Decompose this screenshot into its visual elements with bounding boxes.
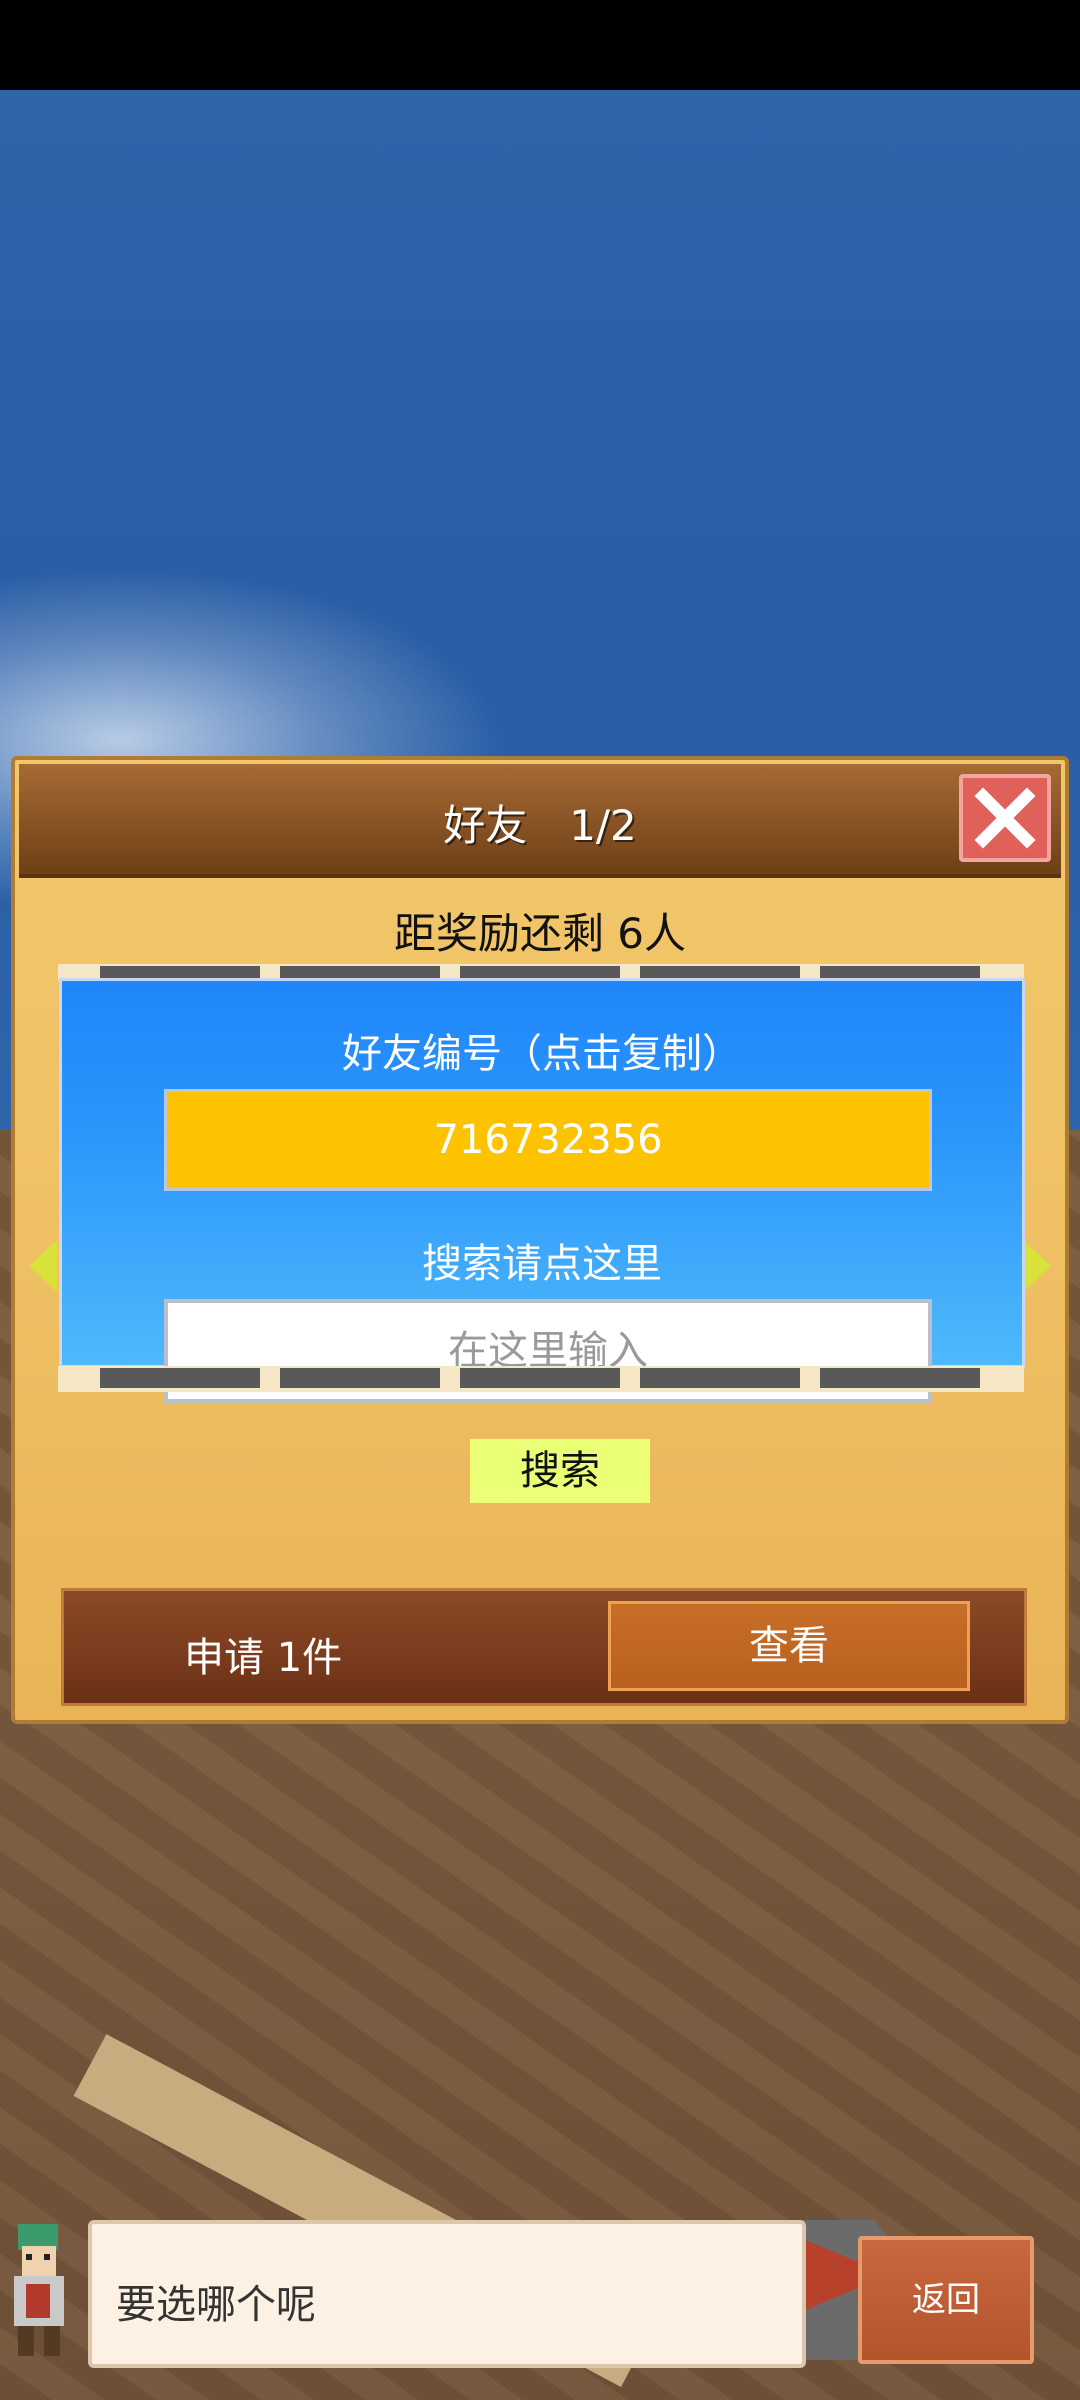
right-arrow-icon[interactable] — [1023, 1240, 1051, 1292]
back-button[interactable]: 返回 — [858, 2236, 1034, 2364]
dialog-header: 好友 1/2 — [19, 764, 1061, 878]
reward-progress-text: 距奖励还剩 6人 — [393, 909, 687, 958]
avatar — [14, 2224, 64, 2356]
friend-panel: 好友编号（点击复制） 716732356 搜索请点这里 在这里输入 搜索 — [59, 978, 1025, 1503]
friend-id-label: 好友编号（点击复制） — [342, 1031, 742, 1077]
left-arrow-icon[interactable] — [29, 1240, 57, 1292]
friend-request-bar: 申请 1件 查看 — [61, 1588, 1027, 1706]
friend-id-copy-button[interactable]: 716732356 — [164, 1089, 932, 1191]
view-requests-button[interactable]: 查看 — [608, 1601, 970, 1691]
close-icon — [974, 787, 1036, 849]
page-indicator-bottom — [58, 1366, 1024, 1392]
friend-request-count: 申请 1件 — [184, 1635, 343, 1681]
status-bar — [0, 0, 1080, 90]
message-box: 要选哪个呢 — [88, 2220, 806, 2368]
message-text: 要选哪个呢 — [116, 2282, 316, 2328]
search-label: 搜索请点这里 — [422, 1241, 662, 1287]
search-button[interactable]: 搜索 — [470, 1439, 650, 1503]
friends-dialog: 好友 1/2 距奖励还剩 6人 好友编号（点击复制） 716732356 搜索请… — [11, 756, 1069, 1724]
dialog-title: 好友 1/2 — [443, 801, 637, 850]
close-button[interactable] — [959, 774, 1051, 862]
